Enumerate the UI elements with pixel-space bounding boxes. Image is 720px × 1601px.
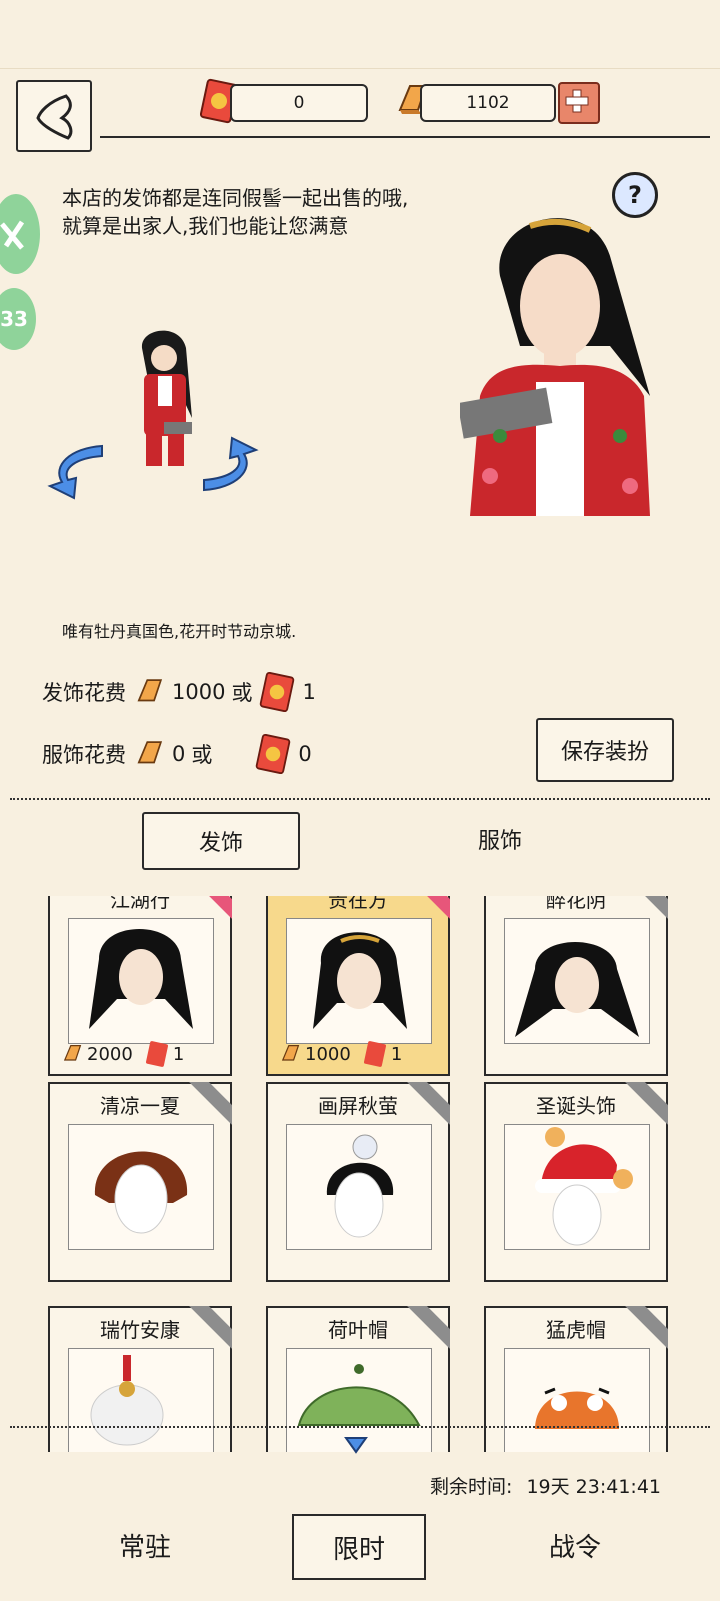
side-event-badge[interactable]: 33 <box>0 288 36 350</box>
wrench-icon <box>0 220 25 250</box>
item-thumbnail <box>504 1348 650 1452</box>
item-thumbnail <box>68 1124 214 1250</box>
sold-ribbon <box>188 1306 232 1350</box>
ticket-counter: 0 <box>230 84 368 122</box>
clothes-cost-ticket: 0 <box>298 742 312 766</box>
tab-battle-pass[interactable]: 战令 <box>490 1514 660 1576</box>
timer-value: 19天 23:41:41 <box>526 1476 662 1498</box>
dotted-divider <box>10 798 710 800</box>
plus-icon <box>565 89 589 113</box>
tools-bubble[interactable] <box>0 194 40 274</box>
save-outfit-button[interactable]: 保存装扮 <box>536 718 674 782</box>
item-thumbnail <box>286 918 432 1044</box>
sold-ribbon <box>624 1306 668 1350</box>
ticket-icon <box>256 733 291 775</box>
remaining-time: 剩余时间: 19天 23:41:41 <box>430 1472 661 1499</box>
chevron-down-icon[interactable] <box>344 1436 368 1454</box>
item-thumbnail <box>504 918 650 1044</box>
item-card[interactable]: 醉花阴 <box>484 896 668 1076</box>
sold-ribbon <box>406 1306 450 1350</box>
add-gold-button[interactable] <box>558 82 600 124</box>
gold-count: 1102 <box>466 93 510 113</box>
item-card[interactable]: 荷叶帽 <box>266 1306 450 1452</box>
item-card[interactable]: 江湖行 2000 1 <box>48 896 232 1076</box>
gold-counter: 1102 <box>420 84 556 122</box>
timer-label: 剩余时间: <box>430 1476 513 1498</box>
item-grid: 江湖行 2000 1 贵在方 1000 1 醉花阴 清凉一夏 画屏秋萤 圣诞头饰… <box>40 896 680 1452</box>
ticket-count: 0 <box>293 93 305 113</box>
shop-dialogue: 本店的发饰都是连同假髻一起出售的哦,就算是出家人,我们也能让您满意 <box>62 186 409 238</box>
item-card[interactable]: 清凉一夏 <box>48 1082 232 1282</box>
side-badge-count: 33 <box>0 307 28 331</box>
rotate-left-arrow-icon[interactable] <box>46 438 116 504</box>
item-price-gold: 2000 <box>87 1043 133 1065</box>
item-thumbnail <box>504 1124 650 1250</box>
tab-limited[interactable]: 限时 <box>292 1514 426 1580</box>
dotted-divider <box>10 1426 710 1428</box>
gold-icon <box>281 1045 300 1061</box>
clothes-cost-label: 服饰花费 <box>42 743 126 767</box>
character-portrait <box>457 196 690 516</box>
item-card[interactable]: 瑞竹安康 <box>48 1306 232 1452</box>
item-thumbnail <box>68 1348 214 1452</box>
tab-permanent[interactable]: 常驻 <box>60 1514 230 1576</box>
tab-clothes[interactable]: 服饰 <box>440 812 560 866</box>
back-button[interactable] <box>16 80 92 152</box>
hot-ribbon <box>188 896 232 920</box>
hair-cost-row: 发饰花费 1000 或 1 <box>42 670 316 714</box>
item-card[interactable]: 猛虎帽 <box>484 1306 668 1452</box>
item-price: 1000 1 <box>278 1040 402 1068</box>
sold-ribbon <box>624 1082 668 1126</box>
header-divider <box>100 136 710 138</box>
status-divider <box>0 68 720 69</box>
clothes-cost-gold: 0 <box>172 742 186 766</box>
back-arrow-icon <box>36 94 73 140</box>
gold-icon <box>137 741 163 764</box>
hair-cost-or: 或 <box>231 681 253 705</box>
item-price-ticket: 1 <box>172 1043 185 1065</box>
hot-ribbon <box>406 896 450 920</box>
item-card[interactable]: 圣诞头饰 <box>484 1082 668 1282</box>
item-card[interactable]: 画屏秋萤 <box>266 1082 450 1282</box>
item-price-ticket: 1 <box>390 1043 403 1065</box>
sold-ribbon <box>406 1082 450 1126</box>
item-price-gold: 1000 <box>305 1043 351 1065</box>
clothes-cost-row: 服饰花费 0 或 0 <box>42 732 312 776</box>
item-card-selected[interactable]: 贵在方 1000 1 <box>266 896 450 1076</box>
gold-icon <box>63 1045 82 1061</box>
hair-cost-label: 发饰花费 <box>42 681 126 705</box>
hair-cost-gold: 1000 <box>172 680 226 704</box>
clothes-cost-or: 或 <box>191 743 213 767</box>
sold-ribbon <box>624 896 668 920</box>
ticket-icon <box>260 671 295 713</box>
item-price: 2000 1 <box>60 1040 184 1068</box>
ticket-icon <box>145 1041 168 1067</box>
gold-icon <box>137 679 163 702</box>
item-thumbnail <box>68 918 214 1044</box>
ticket-icon <box>363 1041 386 1067</box>
item-thumbnail <box>286 1124 432 1250</box>
tab-hair[interactable]: 发饰 <box>142 812 300 870</box>
sold-ribbon <box>188 1082 232 1126</box>
rotate-right-arrow-icon[interactable] <box>190 432 260 498</box>
item-description: 唯有牡丹真国色,花开时节动京城. <box>62 622 297 641</box>
hair-cost-ticket: 1 <box>302 680 316 704</box>
